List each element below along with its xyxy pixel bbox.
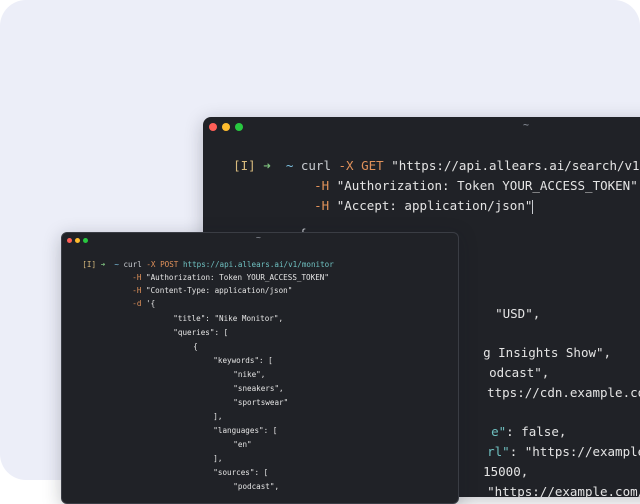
terminal-titlebar[interactable]: ~ — [62, 233, 458, 247]
code-line: -d '{ — [114, 290, 155, 317]
minimize-button[interactable] — [222, 123, 230, 131]
json-line: "en" — [233, 440, 252, 449]
code-line: "https://example.com/mark — [457, 469, 640, 497]
minimize-button[interactable] — [75, 238, 80, 243]
flag: -d — [132, 299, 142, 308]
argument: "Accept: application/json" — [336, 198, 533, 213]
code-line: -H "Accept: application/json" — [284, 183, 534, 229]
json-line: "sportswear" — [233, 398, 289, 407]
maximize-button[interactable] — [83, 238, 88, 243]
terminal-titlebar[interactable]: ~ — [203, 117, 640, 137]
window-title: ~ — [523, 120, 530, 131]
flag: -H — [314, 198, 330, 213]
close-button[interactable] — [67, 238, 72, 243]
text-cursor — [532, 199, 534, 214]
prompt-indicator: [I] — [233, 158, 256, 173]
json-value: "USD", — [495, 306, 541, 321]
json-line: "podcast", — [233, 482, 280, 491]
terminal-window-monitor[interactable]: ~ [I] ➜ ~ curl -X POST https://api.allea… — [61, 232, 459, 504]
json-value: ttps://cdn.example.com/cha — [487, 385, 640, 400]
window-title: ~ — [256, 233, 261, 242]
code-line: "podcast", — [215, 473, 279, 500]
argument: "Content-Type: application/json" — [146, 286, 293, 295]
prompt-arrow-icon: ➜ — [263, 158, 271, 173]
json-value: : "https://example.com — [509, 444, 640, 459]
argument: '{ — [146, 299, 156, 308]
close-button[interactable] — [209, 123, 217, 131]
json-value: "https://example.com/mark — [487, 484, 640, 497]
code-line: "sportswear" — [215, 389, 288, 416]
prompt-indicator: [I] — [82, 260, 97, 269]
prompt-arrow-icon: ➜ — [100, 260, 106, 269]
maximize-button[interactable] — [235, 123, 243, 131]
